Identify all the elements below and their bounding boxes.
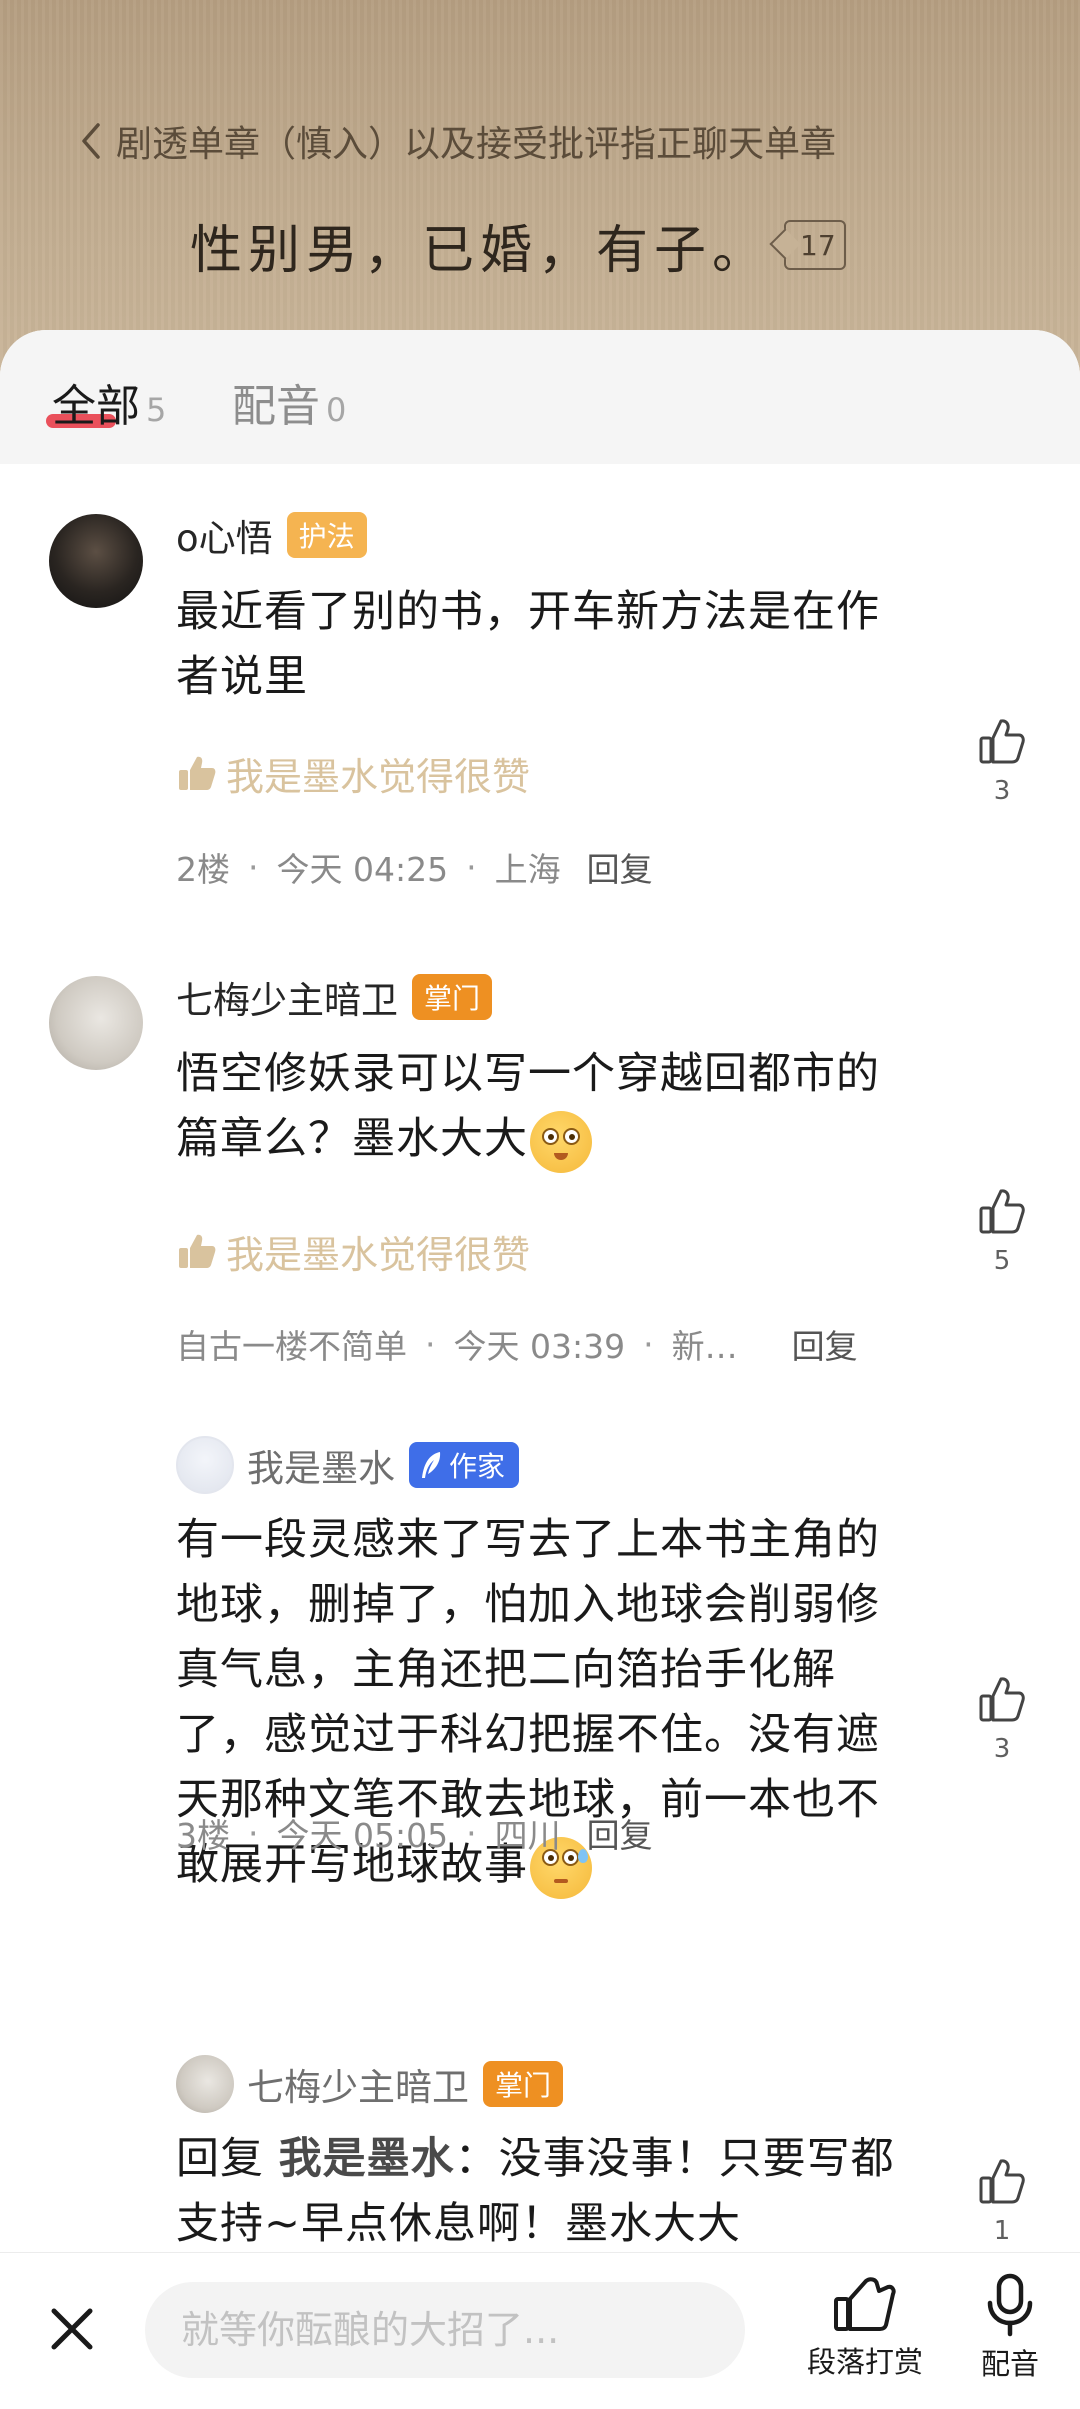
comment-location: 新…: [671, 1327, 738, 1366]
tab-dubbing-label: 配音: [232, 381, 320, 432]
reply-button[interactable]: 回复: [587, 1809, 653, 1857]
reward-label: 段落打赏: [806, 2345, 923, 2379]
reply-button[interactable]: 回复: [792, 1320, 858, 1368]
chapter-back-link[interactable]: 剧透单章（慎入）以及接受批评指正聊天单章: [80, 115, 836, 167]
like-button[interactable]: 5: [970, 1186, 1034, 1276]
role-badge: 护法: [286, 512, 367, 558]
tab-dubbing[interactable]: 配音 0: [232, 370, 346, 434]
feather-icon: [422, 1452, 441, 1478]
reply-button[interactable]: 回复: [587, 843, 653, 891]
flushed-emoji-icon: [530, 1110, 592, 1173]
paragraph-comment-count[interactable]: 17: [784, 220, 846, 270]
comment-meta: 3楼 · 今天 05:05 · 四川 回复: [176, 1810, 653, 1856]
author-liked: 我是墨水觉得很赞: [176, 748, 531, 799]
tab-dubbing-count: 0: [326, 391, 347, 429]
like-count: 5: [993, 1246, 1011, 1276]
comment-tabs: 全部 5 配音 0: [0, 330, 1080, 464]
dubbing-label: 配音: [980, 2347, 1039, 2381]
tab-all[interactable]: 全部 5: [46, 370, 167, 434]
author-badge: 作家: [409, 1442, 520, 1488]
like-count: 3: [993, 776, 1011, 806]
thumbs-up-icon: [179, 1234, 216, 1268]
comment-time: 今天 03:39: [453, 1327, 626, 1366]
meta-separator: ·: [643, 1324, 654, 1364]
author-like-text: 我是墨水觉得很赞: [226, 754, 531, 799]
reply-target-user[interactable]: 我是墨水: [279, 2134, 455, 2184]
comment-text[interactable]: 悟空修妖录可以写一个穿越回都市的篇章么？墨水大大: [176, 1042, 916, 1173]
close-button[interactable]: [44, 2301, 100, 2357]
role-badge: 掌门: [412, 974, 493, 1020]
tab-all-count: 5: [146, 391, 167, 429]
comment-header: 七梅少主暗卫 掌门: [176, 970, 493, 1024]
like-count: 1: [993, 2216, 1011, 2246]
role-badge: 掌门: [483, 2061, 564, 2107]
comment-text[interactable]: 回复 我是墨水：没事没事！只要写都支持~早点休息啊！墨水大大: [176, 2127, 916, 2257]
bottom-bar: 段落打赏 配音: [0, 2252, 1080, 2409]
reward-hand-icon: [834, 2277, 896, 2331]
avatar[interactable]: [176, 1436, 234, 1494]
meta-separator: ·: [248, 847, 259, 887]
author-liked: 我是墨水觉得很赞: [176, 1226, 531, 1277]
tab-all-label: 全部: [52, 381, 140, 432]
chapter-title: 剧透单章（慎入）以及接受批评指正聊天单章: [116, 124, 837, 165]
user-name[interactable]: 我是墨水: [247, 1438, 395, 1492]
comment-meta: 2楼 · 今天 04:25 · 上海 回复: [176, 844, 653, 890]
comment-header: 七梅少主暗卫 掌门: [247, 2057, 564, 2111]
floor-label: 3楼: [176, 1816, 230, 1855]
comment-sheet: 全部 5 配音 0 o心悟 护法 最近看了别的书，开车新方法是在作者说里 我是墨…: [0, 330, 1080, 2408]
quoted-paragraph: 性别男，已婚，有子。 17: [190, 210, 846, 281]
avatar[interactable]: [49, 976, 143, 1070]
author-like-text: 我是墨水觉得很赞: [226, 1232, 531, 1277]
comment-text[interactable]: 最近看了别的书，开车新方法是在作者说里: [176, 580, 916, 710]
comment-header: o心悟 护法: [176, 510, 367, 560]
thumbs-up-icon: [979, 1677, 1025, 1722]
meta-separator: ·: [248, 1813, 259, 1853]
like-count: 3: [993, 1734, 1011, 1764]
meta-separator: ·: [466, 1813, 477, 1853]
comment-location: 上海: [494, 850, 561, 889]
user-name[interactable]: 七梅少主暗卫: [247, 2057, 469, 2111]
close-icon: [51, 2308, 93, 2350]
comment-header: 我是墨水 作家: [247, 1438, 520, 1492]
chevron-left-icon: [82, 123, 100, 159]
reply-prefix: 回复: [176, 2134, 279, 2184]
meta-separator: ·: [466, 847, 477, 887]
thumbs-up-icon: [179, 756, 216, 790]
comment-time: 今天 04:25: [276, 850, 449, 889]
author-badge-label: 作家: [449, 1450, 506, 1483]
thumbs-up-icon: [979, 1189, 1025, 1234]
paragraph-reward-button[interactable]: 段落打赏: [800, 2273, 930, 2381]
like-button[interactable]: 3: [970, 1674, 1034, 1764]
meta-separator: ·: [425, 1324, 436, 1364]
comment-meta: 自古一楼不简单 · 今天 03:39 · 新… 回复: [176, 1321, 858, 1367]
user-name[interactable]: 七梅少主暗卫: [176, 970, 398, 1024]
comment-location: 四川: [494, 1816, 561, 1855]
avatar[interactable]: [176, 2055, 234, 2113]
comment-time: 今天 05:05: [276, 1816, 449, 1855]
user-name[interactable]: o心悟: [176, 508, 273, 562]
like-button[interactable]: 3: [970, 716, 1034, 806]
dubbing-button[interactable]: 配音: [972, 2273, 1048, 2383]
avatar[interactable]: [49, 514, 143, 608]
floor-label: 2楼: [176, 850, 230, 889]
comment-input[interactable]: [145, 2282, 745, 2378]
comment-text-body: 悟空修妖录可以写一个穿越回都市的篇章么？墨水大大: [176, 1049, 880, 1164]
thumbs-up-icon: [979, 719, 1025, 764]
quoted-text: 性别男，已婚，有子。: [190, 220, 771, 281]
microphone-icon: [987, 2273, 1033, 2337]
like-button[interactable]: 1: [970, 2156, 1034, 2246]
thumbs-up-icon: [979, 2159, 1025, 2204]
floor-label: 自古一楼不简单: [176, 1327, 407, 1366]
